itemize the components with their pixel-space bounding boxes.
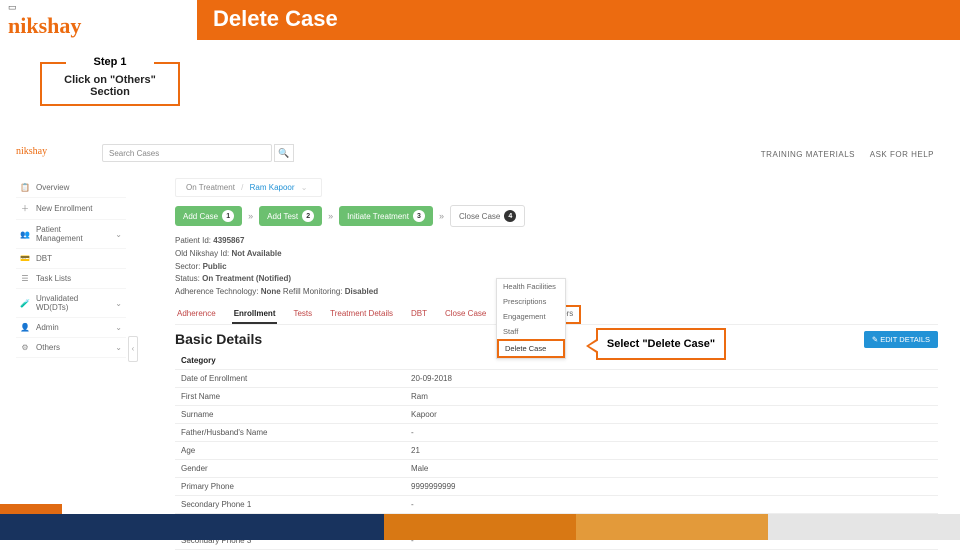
mini-brand: nikshay — [16, 146, 47, 157]
crumb-parent[interactable]: On Treatment — [186, 183, 235, 192]
table-row: Secondary Phone 1- — [175, 495, 938, 513]
tab-adherence[interactable]: Adherence — [175, 305, 218, 324]
flask-icon: 🧪 — [20, 299, 30, 308]
breadcrumb: On Treatment / Ram Kapoor ⌄ — [175, 178, 322, 197]
chevron-down-icon: ⌄ — [115, 230, 122, 239]
user-icon: 👤 — [20, 323, 30, 332]
select-delete-callout: Select "Delete Case" — [596, 328, 726, 360]
card-icon: 💳 — [20, 254, 30, 263]
sidenav-task-lists[interactable]: ☰Task Lists — [16, 269, 126, 289]
tab-tests[interactable]: Tests — [291, 305, 314, 324]
brand-logo: ▭ nikshay — [0, 0, 197, 40]
step1-text: Click on "Others" Section — [46, 74, 174, 98]
main-panel: On Treatment / Ram Kapoor ⌄ Add Case1 » … — [175, 178, 938, 550]
chevron-down-icon: ⌄ — [115, 323, 122, 332]
tab-treatment-details[interactable]: Treatment Details — [328, 305, 395, 324]
gear-icon: ⚙ — [20, 343, 30, 352]
plus-icon: ＋ — [20, 203, 30, 214]
others-dropdown: Health Facilities Prescriptions Engageme… — [496, 278, 566, 359]
table-row: GenderMale — [175, 459, 938, 477]
sidenav-new-enrollment[interactable]: ＋New Enrollment — [16, 198, 126, 220]
table-row: Age21 — [175, 441, 938, 459]
table-row: Primary Phone9999999999 — [175, 477, 938, 495]
sidenav-admin[interactable]: 👤Admin⌄ — [16, 318, 126, 338]
footer-bars — [0, 514, 960, 540]
list-icon: ☰ — [20, 274, 30, 283]
others-engagement[interactable]: Engagement — [497, 309, 565, 324]
table-row: SurnameKapoor — [175, 405, 938, 423]
sidenav-unvalidated[interactable]: 🧪Unvalidated WD(DTs)⌄ — [16, 289, 126, 318]
others-prescriptions[interactable]: Prescriptions — [497, 294, 565, 309]
top-bar: ▭ nikshay Delete Case — [0, 0, 960, 40]
arrow-icon: » — [439, 211, 444, 221]
tab-close-case[interactable]: Close Case — [443, 305, 488, 324]
chevron-down-icon: ⌄ — [115, 343, 122, 352]
workflow-steps: Add Case1 » Add Test2 » Initiate Treatme… — [175, 205, 938, 227]
table-row: Date of Enrollment20-09-2018 — [175, 369, 938, 387]
others-staff[interactable]: Staff — [497, 324, 565, 339]
table-row: First NameRam — [175, 387, 938, 405]
side-nav: 📋Overview ＋New Enrollment 👥Patient Manag… — [16, 178, 126, 358]
decor-bar — [0, 504, 62, 514]
table-row: Father/Husband's Name- — [175, 423, 938, 441]
tab-enrollment[interactable]: Enrollment — [232, 305, 278, 324]
patient-id: 4395867 — [213, 236, 244, 245]
sidenav-patient-mgmt[interactable]: 👥Patient Management⌄ — [16, 220, 126, 249]
others-health-facilities[interactable]: Health Facilities — [497, 279, 565, 294]
search-button[interactable]: 🔍 — [274, 144, 294, 162]
others-delete-case[interactable]: Delete Case — [497, 339, 565, 358]
dashboard-icon: 📋 — [20, 183, 30, 192]
arrow-icon: » — [328, 211, 333, 221]
sidenav-dbt[interactable]: 💳DBT — [16, 249, 126, 269]
users-icon: 👥 — [20, 230, 30, 239]
crumb-current: Ram Kapoor — [250, 183, 295, 192]
step-add-case[interactable]: Add Case1 — [175, 206, 242, 226]
step-initiate-treatment[interactable]: Initiate Treatment3 — [339, 206, 433, 226]
sidenav-overview[interactable]: 📋Overview — [16, 178, 126, 198]
section-title: Basic Details — [175, 331, 262, 347]
col-category: Category — [175, 352, 405, 370]
page-title: Delete Case — [197, 0, 354, 40]
collapse-sidebar-button[interactable]: ‹ — [128, 336, 138, 362]
app-screenshot: nikshay Search Cases 🔍 TRAINING MATERIAL… — [10, 128, 950, 490]
step1-callout: Step 1 Click on "Others" Section — [40, 62, 180, 106]
step1-label: Step 1 — [66, 56, 154, 68]
step-close-case[interactable]: Close Case4 — [450, 205, 525, 227]
edit-details-button[interactable]: ✎ EDIT DETAILS — [864, 331, 938, 348]
search-input[interactable]: Search Cases — [102, 144, 272, 162]
header-help-link[interactable]: ASK FOR HELP — [870, 150, 934, 159]
header-training-link[interactable]: TRAINING MATERIALS — [761, 150, 855, 159]
tab-dbt[interactable]: DBT — [409, 305, 429, 324]
brand-text: nikshay — [8, 13, 81, 38]
chevron-down-icon: ⌄ — [115, 299, 122, 308]
arrow-icon: » — [248, 211, 253, 221]
step-add-test[interactable]: Add Test2 — [259, 206, 322, 226]
sidenav-others[interactable]: ⚙Others⌄ — [16, 338, 126, 358]
